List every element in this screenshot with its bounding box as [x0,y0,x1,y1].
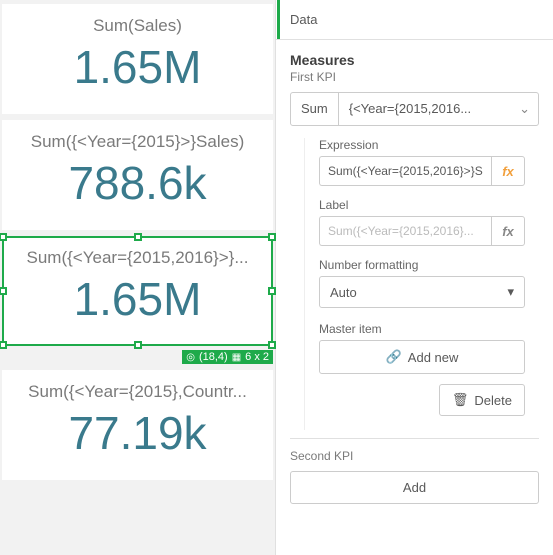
kpi-value: 788.6k [10,156,265,210]
target-icon: ◎ [186,352,195,363]
aggregation-field[interactable]: Sum {<Year={2015,2016... ⌄ [290,92,539,126]
number-formatting-select[interactable]: Auto ▾ [319,276,525,308]
add-new-button[interactable]: 🔗 Add new [319,340,525,374]
resize-handle[interactable] [134,341,142,349]
trash-icon: 🗑 [452,392,469,408]
divider [290,438,539,439]
position-badge: ◎ (18,4) ▦ 6 x 2 [182,350,273,364]
label-label: Label [319,198,525,212]
resize-handle[interactable] [0,233,7,241]
badge-size: 6 x 2 [245,351,269,363]
link-icon: 🔗 [386,349,402,365]
panel-tabs: Data [276,0,553,40]
label-input[interactable] [319,216,491,246]
resize-handle[interactable] [0,341,7,349]
properties-panel: Data Measures First KPI Sum {<Year={2015… [275,0,553,555]
kpi-value: 1.65M [10,272,265,326]
kpi-card[interactable]: Sum({<Year={2015},Countr... 77.19k [2,370,273,480]
aggregation-type[interactable]: Sum [291,93,339,125]
kpi-title: Sum({<Year={2015},Countr... [10,382,265,402]
add-button[interactable]: Add [290,471,539,504]
kpi-card[interactable]: Sum(Sales) 1.65M [2,4,273,114]
kpi-title: Sum({<Year={2015,2016}>}... [10,248,265,268]
tab-data[interactable]: Data [277,0,319,39]
add-label: Add [403,480,426,495]
kpi-title: Sum({<Year={2015}>}Sales) [10,132,265,152]
caret-down-icon: ▾ [507,284,514,300]
number-formatting-label: Number formatting [319,258,525,272]
add-new-label: Add new [408,350,459,365]
fx-button[interactable]: fx [491,156,525,186]
second-kpi-label: Second KPI [290,449,539,463]
chevron-down-icon[interactable]: ⌄ [511,93,538,125]
resize-handle[interactable] [268,233,276,241]
badge-pos: (18,4) [199,351,228,363]
expression-input[interactable] [319,156,491,186]
kpi-title: Sum(Sales) [10,16,265,36]
kpi-card[interactable]: Sum({<Year={2015}>}Sales) 788.6k [2,120,273,230]
number-formatting-value: Auto [330,285,357,300]
resize-handle[interactable] [268,287,276,295]
fx-button[interactable]: fx [491,216,525,246]
measures-title: Measures [290,52,539,68]
master-item-label: Master item [319,322,525,336]
expression-label: Expression [319,138,525,152]
resize-handle[interactable] [0,287,7,295]
kpi-canvas: Sum(Sales) 1.65M Sum({<Year={2015}>}Sale… [0,0,275,555]
field-name: {<Year={2015,2016... [339,93,511,125]
delete-label: Delete [474,393,512,408]
delete-button[interactable]: 🗑 Delete [439,384,525,416]
kpi-value: 77.19k [10,406,265,460]
resize-handle[interactable] [268,341,276,349]
kpi-value: 1.65M [10,40,265,94]
measures-section: Measures First KPI Sum {<Year={2015,2016… [276,40,553,516]
first-kpi-label: First KPI [290,70,539,84]
grid-icon: ▦ [232,352,241,363]
kpi-card-selected[interactable]: Sum({<Year={2015,2016}>}... 1.65M ◎ (18,… [2,236,273,346]
resize-handle[interactable] [134,233,142,241]
